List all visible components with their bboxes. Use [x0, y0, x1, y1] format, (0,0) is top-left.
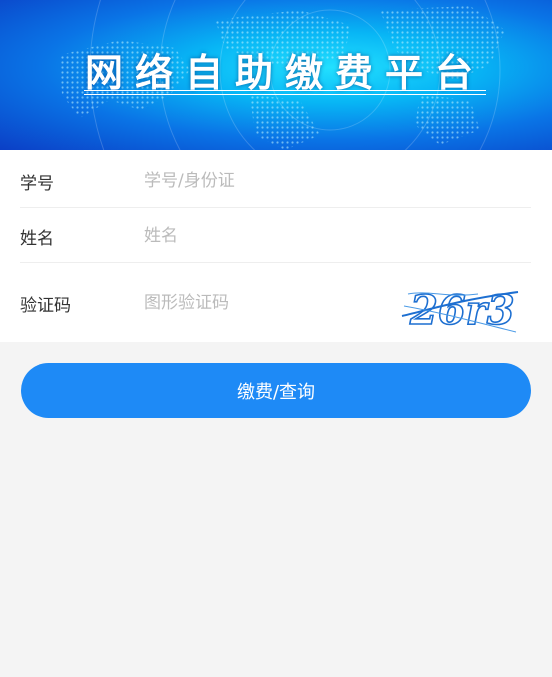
captcha-image[interactable]: 26r3	[398, 280, 522, 336]
student-id-label: 学号	[20, 174, 54, 194]
banner-title: 网络自助缴费平台	[84, 51, 485, 95]
captcha-label: 验证码	[20, 296, 71, 316]
name-label: 姓名	[20, 229, 54, 249]
banner-title-underline	[84, 90, 486, 95]
captcha-input[interactable]	[144, 291, 364, 315]
student-id-input[interactable]	[144, 169, 374, 193]
pay-query-button[interactable]: 缴费/查询	[21, 363, 531, 418]
name-input[interactable]	[144, 224, 374, 248]
header-banner: 网络自助缴费平台	[0, 0, 552, 150]
payment-form: 学号 姓名 验证码 26r3	[0, 150, 552, 342]
row-divider	[20, 262, 531, 263]
row-divider	[20, 207, 531, 208]
